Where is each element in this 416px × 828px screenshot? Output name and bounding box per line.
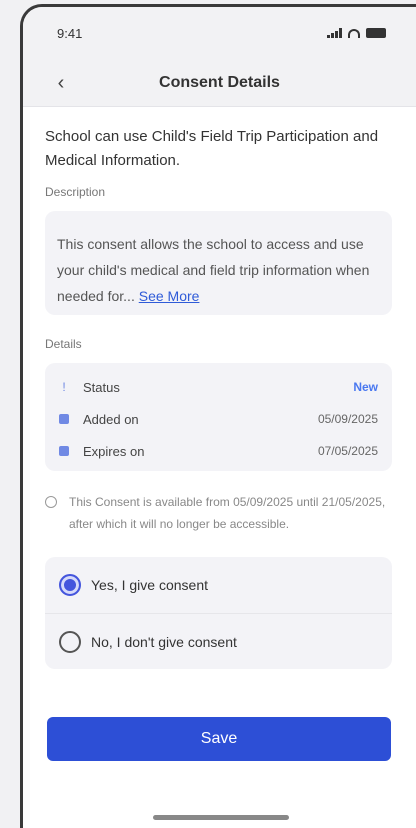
availability-note: This Consent is available from 05/09/202… xyxy=(45,491,392,535)
status-badge: New xyxy=(353,380,378,394)
details-box: ! Status New Added on 05/09/2025 Expires… xyxy=(45,363,392,471)
detail-label: Added on xyxy=(83,411,139,427)
option-decline-consent[interactable]: No, I don't give consent xyxy=(45,613,392,669)
radio-unchecked-icon[interactable] xyxy=(59,630,81,653)
option-label: Yes, I give consent xyxy=(91,577,209,593)
detail-value: 05/09/2025 xyxy=(317,412,378,426)
status-icon: ! xyxy=(62,380,66,394)
radio-checked-icon[interactable] xyxy=(59,574,81,596)
detail-row-status: ! Status New xyxy=(59,371,378,403)
status-icons xyxy=(327,28,386,38)
phone-frame: 9:41 ‹ Consent Details School can use Ch… xyxy=(20,4,416,828)
signal-icon xyxy=(327,28,342,38)
nav-bar: ‹ Consent Details xyxy=(23,59,416,107)
save-button[interactable]: Save xyxy=(47,717,391,761)
option-label: No, I don't give consent xyxy=(91,633,237,650)
description-box: This consent allows the school to access… xyxy=(45,211,392,315)
home-indicator xyxy=(153,815,289,820)
wifi-icon xyxy=(348,28,360,38)
content: School can use Child's Field Trip Partic… xyxy=(23,107,416,761)
detail-value: 07/05/2025 xyxy=(317,444,378,458)
battery-icon xyxy=(366,28,386,38)
status-bar: 9:41 xyxy=(23,7,416,59)
option-give-consent[interactable]: Yes, I give consent xyxy=(45,557,392,613)
details-label: Details xyxy=(45,337,82,351)
status-time: 9:41 xyxy=(57,25,83,41)
page-title: Consent Details xyxy=(159,73,280,91)
consent-intro: School can use Child's Field Trip Partic… xyxy=(45,128,379,169)
detail-row-added: Added on 05/09/2025 xyxy=(59,403,378,435)
detail-row-expires: Expires on 07/05/2025 xyxy=(59,435,378,467)
calendar-icon xyxy=(59,446,69,456)
chevron-left-icon: ‹ xyxy=(57,71,65,94)
info-icon xyxy=(45,496,57,508)
calendar-icon xyxy=(59,414,69,424)
availability-text: This Consent is available from 05/09/202… xyxy=(69,495,386,531)
consent-options: Yes, I give consent No, I don't give con… xyxy=(45,557,392,669)
back-button[interactable]: ‹ xyxy=(49,71,73,95)
detail-label: Expires on xyxy=(83,443,145,459)
detail-label: Status xyxy=(83,379,120,395)
see-more-link[interactable]: See More xyxy=(139,288,200,304)
description-text: This consent allows the school to access… xyxy=(57,236,370,304)
description-label: Description xyxy=(45,185,106,199)
